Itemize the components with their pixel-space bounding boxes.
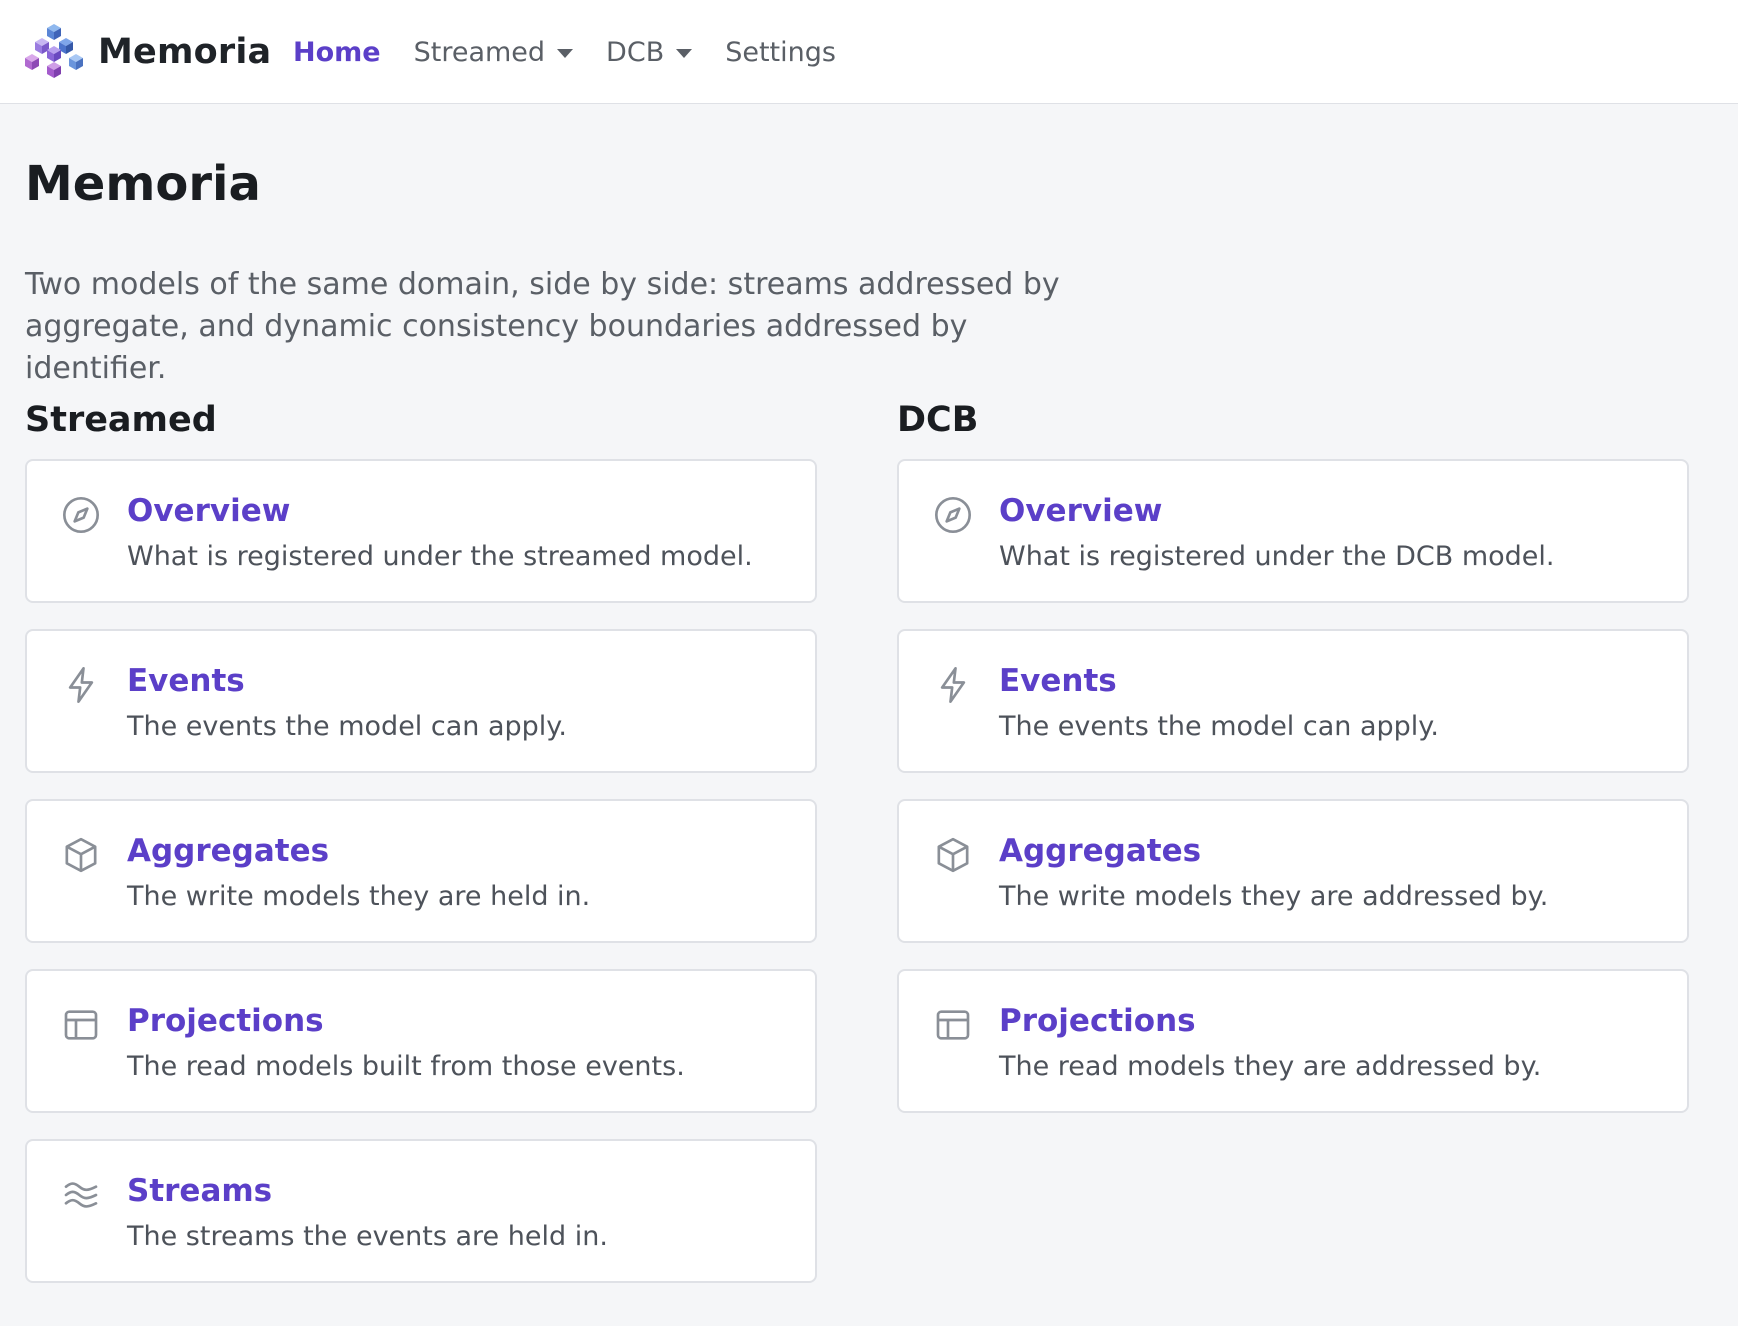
nav-dcb-label: DCB [606,36,665,68]
streamed-overview-card[interactable]: Overview What is registered under the st… [25,459,817,603]
card-description: The write models they are held in. [127,881,591,912]
card-description: The write models they are addressed by. [999,881,1549,912]
brand-name: Memoria [98,32,272,72]
cube-icon [933,835,973,875]
card-title[interactable]: Projections [127,1003,324,1039]
card-title[interactable]: Projections [999,1003,1196,1039]
streamed-aggregates-card[interactable]: Aggregates The write models they are hel… [25,799,817,943]
card-title[interactable]: Streams [127,1173,272,1209]
caret-down-icon [557,48,574,58]
card-description: The read models built from those events. [127,1051,685,1082]
compass-icon [61,495,101,535]
card-description: The streams the events are held in. [127,1221,608,1252]
layout-icon [61,1005,101,1045]
brand[interactable]: Memoria [24,22,271,82]
cube-icon [61,835,101,875]
streamed-events-card[interactable]: Events The events the model can apply. [25,629,817,773]
nav-streamed-label: Streamed [413,36,546,68]
card-title[interactable]: Aggregates [127,833,329,869]
card-description: The read models they are addressed by. [999,1051,1542,1082]
nav-dcb-dropdown[interactable]: DCB [606,36,693,68]
caret-down-icon [676,48,693,58]
card-description: The events the model can apply. [999,711,1440,742]
card-description: What is registered under the DCB model. [999,541,1555,572]
compass-icon [933,495,973,535]
dcb-events-card[interactable]: Events The events the model can apply. [897,629,1689,773]
waves-icon [61,1175,101,1215]
page-intro: Two models of the same domain, side by s… [25,267,1060,386]
dcb-section: DCB Overview What is registered under th… [897,400,1689,1113]
streamed-card-list: Overview What is registered under the st… [25,459,817,1309]
lightning-icon [933,665,973,705]
card-title[interactable]: Aggregates [999,833,1201,869]
dcb-projections-card[interactable]: Projections The read models they are add… [897,969,1689,1113]
streamed-projections-card[interactable]: Projections The read models built from t… [25,969,817,1113]
card-description: The events the model can apply. [127,711,568,742]
streamed-section-title: Streamed [25,400,217,440]
card-title[interactable]: Overview [127,493,290,529]
card-title[interactable]: Events [127,663,245,699]
main-nav: Home Streamed DCB Settings [293,0,869,104]
nav-settings-link[interactable]: Settings [725,37,836,68]
nav-home-link[interactable]: Home [293,37,381,68]
page-title: Memoria [25,156,261,212]
lightning-icon [61,665,101,705]
dcb-section-title: DCB [897,400,979,440]
card-title[interactable]: Events [999,663,1117,699]
streamed-streams-card[interactable]: Streams The streams the events are held … [25,1139,817,1283]
streamed-section: Streamed Overview What is registered und… [25,400,817,1283]
nav-streamed-dropdown[interactable]: Streamed [413,36,574,68]
dcb-card-list: Overview What is registered under the DC… [897,459,1689,1139]
card-description: What is registered under the streamed mo… [127,541,753,572]
dcb-aggregates-card[interactable]: Aggregates The write models they are add… [897,799,1689,943]
memoria-logo-icon [25,24,83,78]
layout-icon [933,1005,973,1045]
dcb-overview-card[interactable]: Overview What is registered under the DC… [897,459,1689,603]
card-title[interactable]: Overview [999,493,1162,529]
top-navbar: Memoria Home Streamed DCB Settings [0,0,1738,104]
